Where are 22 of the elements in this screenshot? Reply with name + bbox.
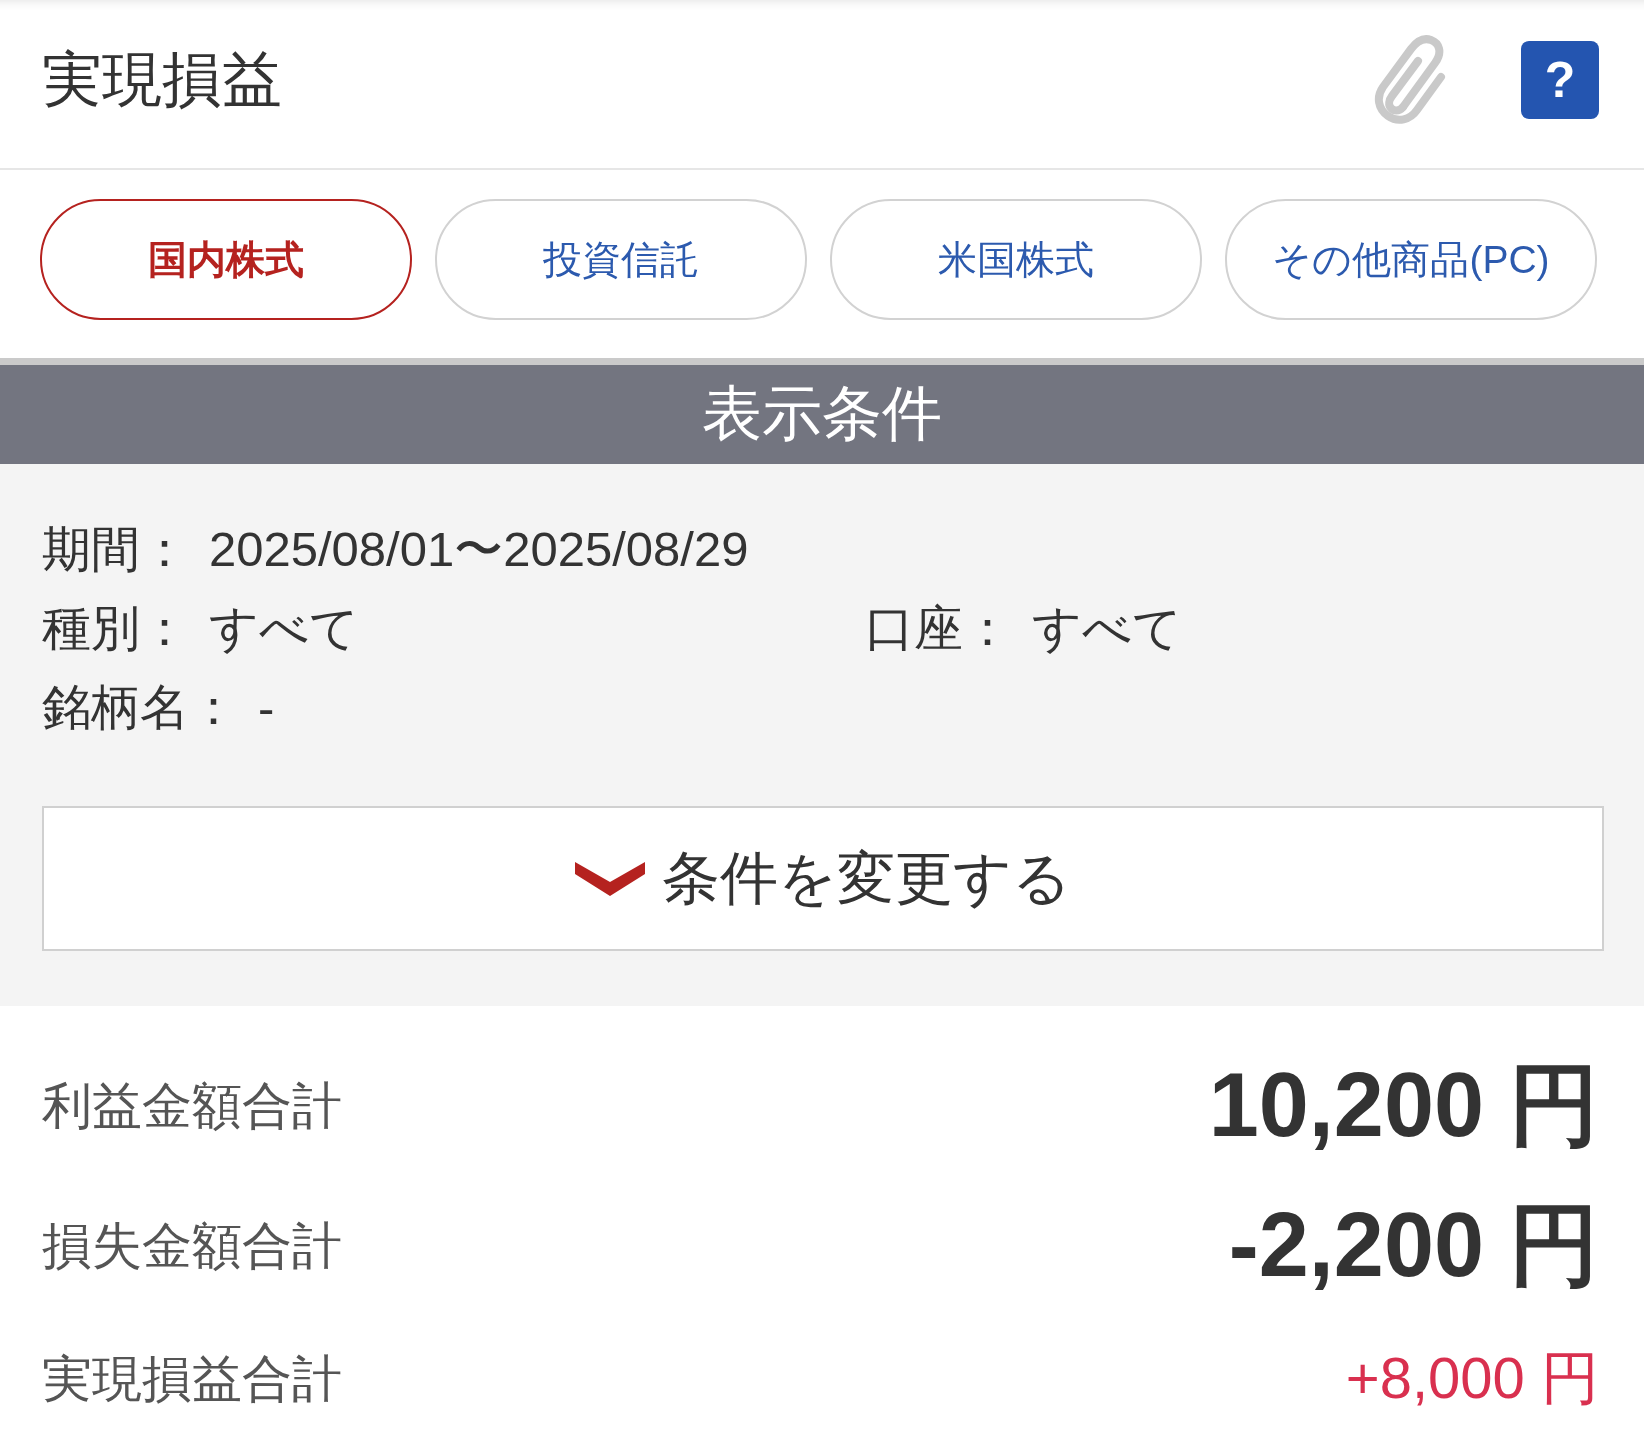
total-label: 実現損益合計	[42, 1349, 342, 1409]
page-title: 実現損益	[42, 44, 282, 115]
category-tab[interactable]: 米国株式	[830, 199, 1202, 320]
total-amount: +8,000 円	[1345, 1344, 1599, 1412]
condition-value: 2025/08/01〜2025/08/29	[209, 520, 749, 578]
change-conditions-button[interactable]: 条件を変更する	[42, 806, 1604, 951]
total-label: 損失金額合計	[42, 1216, 342, 1276]
section-title: 表示条件	[702, 379, 942, 449]
condition-label: 期間：	[42, 520, 189, 578]
condition-value: すべて	[1032, 599, 1182, 657]
condition-label: 銘柄名：	[42, 678, 238, 736]
help-button[interactable]: ?	[1521, 41, 1599, 119]
condition-value: -	[258, 679, 275, 736]
condition-label: 種別：	[42, 599, 189, 657]
condition-label: 口座：	[865, 599, 1012, 657]
category-tab[interactable]: その他商品(PC)	[1225, 199, 1597, 320]
category-tab[interactable]: 国内株式	[40, 199, 412, 320]
total-amount: -2,200 円	[1228, 1194, 1599, 1297]
total-amount: 10,200 円	[1208, 1054, 1599, 1157]
total-label: 利益金額合計	[42, 1076, 342, 1136]
category-tab[interactable]: 投資信託	[435, 199, 807, 320]
condition-value: すべて	[209, 599, 359, 657]
